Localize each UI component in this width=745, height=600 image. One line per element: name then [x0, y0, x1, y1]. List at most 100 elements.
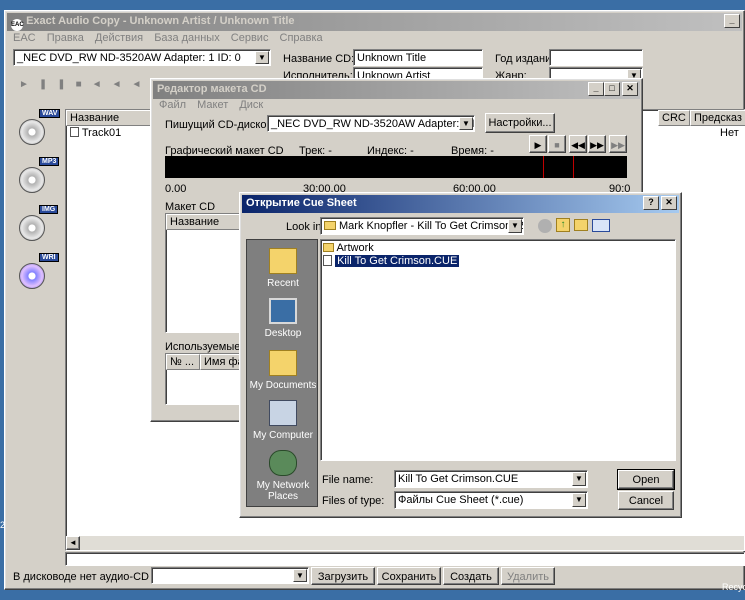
main-titlebar[interactable]: EAC Exact Audio Copy - Unknown Artist / …: [7, 13, 742, 31]
next-button[interactable]: ▶▶: [588, 135, 606, 153]
chevron-down-icon[interactable]: ▼: [572, 472, 586, 486]
places-bar: Recent Desktop My Documents My Computer …: [246, 239, 318, 507]
file-type-select[interactable]: Файлы Cue Sheet (*.cue) ▼: [394, 491, 588, 509]
scale-0: 0.00: [165, 183, 187, 195]
stop-icon[interactable]: ■: [76, 79, 92, 90]
layout-menubar: Файл Макет Диск: [159, 99, 271, 111]
drive-select[interactable]: _NEC DVD_RW ND-3520AW Adapter: 1 ID: 0 ▼: [13, 49, 271, 66]
recycle-bin-label: Recycl: [722, 582, 745, 592]
pause-icon[interactable]: ❚❚: [39, 79, 76, 90]
settings-button[interactable]: Настройки...: [485, 113, 555, 133]
my-computer-icon: [269, 400, 297, 426]
dialog-close-button[interactable]: ✕: [661, 196, 677, 210]
track-name: Track01: [81, 127, 122, 139]
eac-app-icon: EAC: [11, 19, 24, 31]
layout-editor-title: Редактор макета CD: [157, 83, 267, 95]
used-column-num[interactable]: № ...: [166, 354, 200, 370]
file-name-label: File name:: [322, 474, 374, 486]
scroll-left-button[interactable]: ◄: [66, 536, 80, 550]
graph-marker: [573, 156, 574, 178]
list-item[interactable]: Kill To Get Crimson.CUE: [323, 254, 461, 268]
place-network[interactable]: My Network Places: [247, 450, 319, 502]
prev-button[interactable]: ◀◀: [569, 135, 587, 153]
delete-button[interactable]: Удалить: [501, 567, 555, 585]
copy-wav-icon[interactable]: WAV: [19, 109, 61, 149]
status-dropdown[interactable]: ▼: [151, 567, 309, 584]
recent-icon: [269, 248, 297, 274]
dialog-titlebar[interactable]: Открытие Cue Sheet: [242, 195, 679, 213]
track-predict: Нет: [720, 127, 739, 139]
track-file-icon: [70, 127, 79, 137]
desktop-edge-number: 2: [0, 520, 6, 530]
cd-title-input[interactable]: Unknown Title: [353, 49, 483, 66]
copy-mp3-icon[interactable]: MP3: [19, 157, 61, 197]
list-item[interactable]: Artwork: [323, 242, 374, 255]
layout-close-button[interactable]: ✕: [622, 82, 638, 96]
back-icon[interactable]: [538, 219, 552, 233]
cue-file-icon: [323, 255, 332, 266]
file-name: Kill To Get Crimson.CUE: [334, 254, 461, 268]
copy-image-icon[interactable]: IMG: [19, 205, 61, 245]
write-cd-icon[interactable]: WRI: [19, 253, 61, 293]
chevron-down-icon[interactable]: ▼: [255, 51, 269, 64]
folder-icon: [324, 221, 336, 230]
column-name[interactable]: Название: [66, 110, 156, 126]
main-minimize-button[interactable]: _: [724, 14, 740, 28]
track-list-scrollbar[interactable]: ◄: [66, 536, 744, 550]
place-my-computer[interactable]: My Computer: [247, 400, 319, 441]
save-button[interactable]: Сохранить: [377, 567, 441, 585]
cancel-button[interactable]: Cancel: [618, 491, 674, 510]
place-desktop[interactable]: Desktop: [247, 298, 319, 339]
new-folder-icon[interactable]: [574, 219, 588, 231]
network-icon: [269, 450, 297, 476]
year-input[interactable]: [549, 49, 643, 66]
open-cue-dialog: Открытие Cue Sheet ? ✕ Look in: Mark Kno…: [239, 192, 682, 518]
open-button[interactable]: Open: [617, 469, 675, 490]
help-button[interactable]: ?: [643, 196, 659, 210]
menu-eac[interactable]: EAC: [13, 32, 36, 44]
play-icon[interactable]: ►: [19, 79, 39, 90]
play-button[interactable]: ▶: [529, 135, 547, 153]
view-menu-icon[interactable]: [592, 219, 610, 232]
create-button[interactable]: Создать: [443, 567, 499, 585]
layout-menu-file[interactable]: Файл: [159, 99, 186, 111]
look-in-label: Look in:: [286, 221, 325, 233]
file-type-label: Files of type:: [322, 495, 385, 507]
layout-maximize-button[interactable]: □: [604, 82, 620, 96]
layout-menu-layout[interactable]: Макет: [197, 99, 228, 111]
file-list[interactable]: Artwork Kill To Get Crimson.CUE: [320, 239, 676, 461]
menu-tools[interactable]: Сервис: [231, 32, 269, 44]
end-button[interactable]: ▶▶: [609, 135, 627, 153]
load-button[interactable]: Загрузить: [311, 567, 375, 585]
my-documents-icon: [269, 350, 297, 376]
writer-select[interactable]: _NEC DVD_RW ND-3520AW Adapter: 1 ID: 0 ▼: [267, 115, 475, 132]
dialog-title: Открытие Cue Sheet: [246, 197, 357, 209]
file-name-input[interactable]: Kill To Get Crimson.CUE ▼: [394, 470, 588, 488]
look-in-select[interactable]: Mark Knopfler - Kill To Get Crimson (200…: [320, 217, 524, 235]
chevron-down-icon[interactable]: ▼: [572, 493, 586, 507]
prev-track-icon[interactable]: ◄◄: [92, 79, 132, 90]
main-menubar: EAC Правка Действия База данных Сервис С…: [13, 32, 331, 44]
menu-actions[interactable]: Действия: [95, 32, 143, 44]
menu-help[interactable]: Справка: [280, 32, 323, 44]
column-predict[interactable]: Предсказ: [690, 110, 745, 126]
folder-icon: [323, 243, 334, 252]
cd-layout-label: Макет CD: [165, 201, 216, 213]
up-folder-icon[interactable]: ↑: [556, 218, 570, 232]
file-name: Artwork: [336, 242, 374, 254]
stop-button[interactable]: ■: [548, 135, 566, 153]
chevron-down-icon[interactable]: ▼: [459, 117, 473, 130]
desktop-icon: [269, 298, 297, 324]
menu-edit[interactable]: Правка: [47, 32, 84, 44]
layout-minimize-button[interactable]: _: [588, 82, 604, 96]
layout-editor-titlebar[interactable]: Редактор макета CD: [153, 81, 640, 99]
place-recent[interactable]: Recent: [247, 248, 319, 289]
place-my-documents[interactable]: My Documents: [247, 350, 319, 391]
graph-marker: [543, 156, 544, 178]
cd-graph[interactable]: [165, 156, 627, 178]
menu-database[interactable]: База данных: [154, 32, 220, 44]
chevron-down-icon[interactable]: ▼: [293, 569, 307, 582]
layout-menu-disc[interactable]: Диск: [239, 99, 263, 111]
chevron-down-icon[interactable]: ▼: [508, 219, 522, 233]
column-crc[interactable]: CRC: [658, 110, 690, 126]
